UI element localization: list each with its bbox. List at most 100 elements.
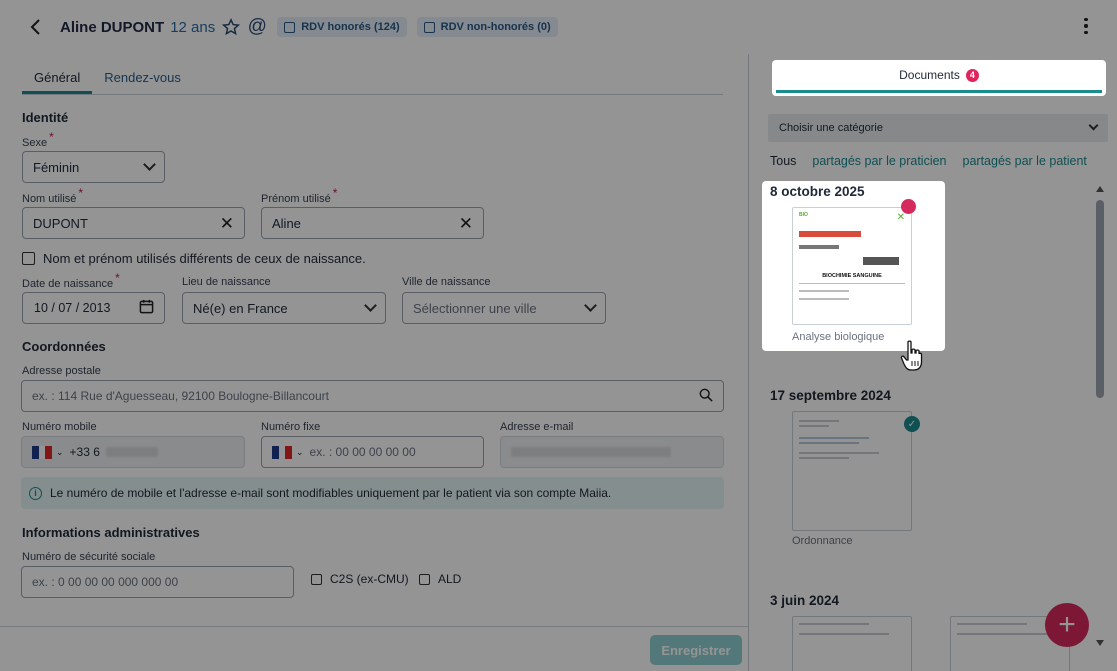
redacted-number xyxy=(105,447,158,457)
document-thumbnail[interactable] xyxy=(792,411,912,531)
document-caption: Analyse biologique xyxy=(792,331,885,343)
adresse-placeholder: ex. : 114 Rue d'Aguesseau, 92100 Boulogn… xyxy=(32,389,329,403)
checkbox[interactable] xyxy=(311,573,322,585)
document-filters: Tous partagés par le praticien partagés … xyxy=(770,154,1087,168)
info-icon: i xyxy=(29,486,42,500)
filter-shared-by-patient[interactable]: partagés par le patient xyxy=(963,154,1087,168)
search-icon[interactable] xyxy=(699,388,713,405)
patient-form: Général Rendez-vous Identité Sexe * Fémin… xyxy=(0,54,748,671)
email-field xyxy=(500,436,724,468)
calendar-x-icon xyxy=(423,21,435,33)
chevron-down-icon xyxy=(584,298,597,312)
documents-panel xyxy=(748,54,1117,671)
document-thumbnail[interactable]: BIO ✕ BIOCHIMIE SANGUINE xyxy=(792,207,912,325)
tab-general[interactable]: Général xyxy=(22,64,93,94)
pointer-hand-icon xyxy=(900,340,924,377)
sexe-value: Féminin xyxy=(33,159,80,175)
france-flag-icon xyxy=(272,445,293,459)
scroll-down-icon[interactable] xyxy=(1096,640,1104,646)
nom-label: Nom utilisé * xyxy=(22,186,84,205)
prenom-field[interactable]: Aline ✕ xyxy=(261,207,484,239)
section-coordonnees: Coordonnées xyxy=(22,339,106,354)
back-arrow-icon[interactable] xyxy=(30,19,46,35)
document-red-band xyxy=(799,231,861,237)
redacted-email xyxy=(511,447,671,457)
france-flag-icon xyxy=(32,445,53,459)
filter-all[interactable]: Tous xyxy=(770,154,796,168)
rdv-honored-label: RDV honorés (124) xyxy=(301,21,400,33)
tab-rendez-vous[interactable]: Rendez-vous xyxy=(92,64,193,94)
rdv-honored-badge[interactable]: RDV honorés (124) xyxy=(277,17,407,37)
chevron-down-icon xyxy=(364,298,377,312)
sexe-select[interactable]: Féminin xyxy=(22,151,165,183)
adresse-input[interactable]: ex. : 114 Rue d'Aguesseau, 92100 Boulogn… xyxy=(21,380,724,412)
save-button[interactable]: Enregistrer xyxy=(650,635,742,665)
checkbox[interactable] xyxy=(22,252,35,265)
lab-emblem-icon: ✕ xyxy=(896,212,905,223)
sexe-label: Sexe * xyxy=(22,130,54,149)
nom-field[interactable]: DUPONT ✕ xyxy=(22,207,245,239)
at-sign-icon[interactable]: @ xyxy=(247,16,267,37)
mobile-field: ⌄ +33 6 xyxy=(21,436,245,468)
secu-input[interactable]: ex. : 0 00 00 00 000 000 00 xyxy=(21,566,294,598)
clear-icon[interactable]: ✕ xyxy=(220,215,234,232)
unread-dot-icon xyxy=(901,199,916,214)
prenom-value: Aline xyxy=(272,215,301,231)
chevron-down-icon xyxy=(143,157,156,171)
calendar-check-icon xyxy=(284,21,296,33)
section-identite: Identité xyxy=(22,110,69,125)
star-icon[interactable] xyxy=(221,17,241,37)
chevron-down-icon[interactable]: ⌄ xyxy=(296,447,304,458)
documents-count-badge: 4 xyxy=(965,68,979,82)
adresse-label: Adresse postale xyxy=(22,365,101,377)
lieu-select[interactable]: Né(e) en France xyxy=(182,292,386,324)
ald-label: ALD xyxy=(438,572,462,586)
tab-documents[interactable]: Documents 4 xyxy=(772,60,1106,96)
document-group-date: 3 juin 2024 xyxy=(770,593,840,608)
birthdate-field[interactable]: 10 / 07 / 2013 xyxy=(22,292,165,324)
category-select[interactable]: Choisir une catégorie xyxy=(768,114,1108,142)
document-title: BIOCHIMIE SANGUINE xyxy=(822,273,882,279)
naissance-label: Date de naissance * xyxy=(22,271,120,290)
info-text: Le numéro de mobile et l'adresse e-mail … xyxy=(50,486,612,500)
mobile-label: Numéro mobile xyxy=(22,421,97,433)
fixe-placeholder: ex. : 00 00 00 00 00 xyxy=(309,445,416,459)
scroll-up-icon[interactable] xyxy=(1096,186,1104,192)
document-caption: Ordonnance xyxy=(792,535,853,547)
document-group-date: 8 octobre 2025 xyxy=(770,184,865,199)
rdv-missed-badge[interactable]: RDV non-honorés (0) xyxy=(416,17,558,37)
birthdate-value: 10 / 07 / 2013 xyxy=(34,301,111,315)
filter-shared-by-practitioner[interactable]: partagés par le praticien xyxy=(812,154,946,168)
highlighted-document-card: 8 octobre 2025 BIO ✕ BIOCHIMIE SANGUINE … xyxy=(762,181,945,351)
clear-icon[interactable]: ✕ xyxy=(459,215,473,232)
scroll-thumb[interactable] xyxy=(1096,200,1104,398)
chevron-down-icon xyxy=(1088,120,1099,130)
nom-value: DUPONT xyxy=(33,215,88,231)
documents-tab-label: Documents xyxy=(899,68,960,82)
add-document-button[interactable]: + xyxy=(1045,603,1089,647)
patient-header: Aline DUPONT 12 ans @ RDV honorés (124) … xyxy=(0,0,1117,54)
fixe-field[interactable]: ⌄ ex. : 00 00 00 00 00 xyxy=(261,436,484,468)
more-options-icon[interactable] xyxy=(1083,18,1089,34)
patient-name: Aline DUPONT xyxy=(60,18,165,36)
mobile-prefix: +33 6 xyxy=(69,445,100,459)
email-label: Adresse e-mail xyxy=(500,421,574,433)
birth-name-checkbox-row[interactable]: Nom et prénom utilisés différents de ceu… xyxy=(22,251,366,266)
ville-select[interactable]: Sélectionner une ville xyxy=(402,292,606,324)
ville-label: Ville de naissance xyxy=(402,276,491,288)
category-placeholder: Choisir une catégorie xyxy=(779,122,883,134)
c2s-label: C2S (ex-CMU) xyxy=(330,572,409,586)
rdv-missed-label: RDV non-honorés (0) xyxy=(440,21,551,33)
checkbox[interactable] xyxy=(419,573,430,585)
c2s-checkbox-row[interactable]: C2S (ex-CMU) xyxy=(311,572,409,586)
secu-placeholder: ex. : 0 00 00 00 000 000 00 xyxy=(32,575,179,589)
ald-checkbox-row[interactable]: ALD xyxy=(419,572,461,586)
document-group-date: 17 septembre 2024 xyxy=(770,388,891,403)
document-scrollbar[interactable] xyxy=(1096,186,1104,648)
document-thumbnail[interactable] xyxy=(792,616,912,671)
ville-placeholder: Sélectionner une ville xyxy=(413,300,537,316)
calendar-icon[interactable] xyxy=(139,299,154,317)
secu-label: Numéro de sécurité sociale xyxy=(22,551,156,563)
check-circle-icon: ✓ xyxy=(904,416,920,432)
chevron-down-icon: ⌄ xyxy=(56,446,64,457)
